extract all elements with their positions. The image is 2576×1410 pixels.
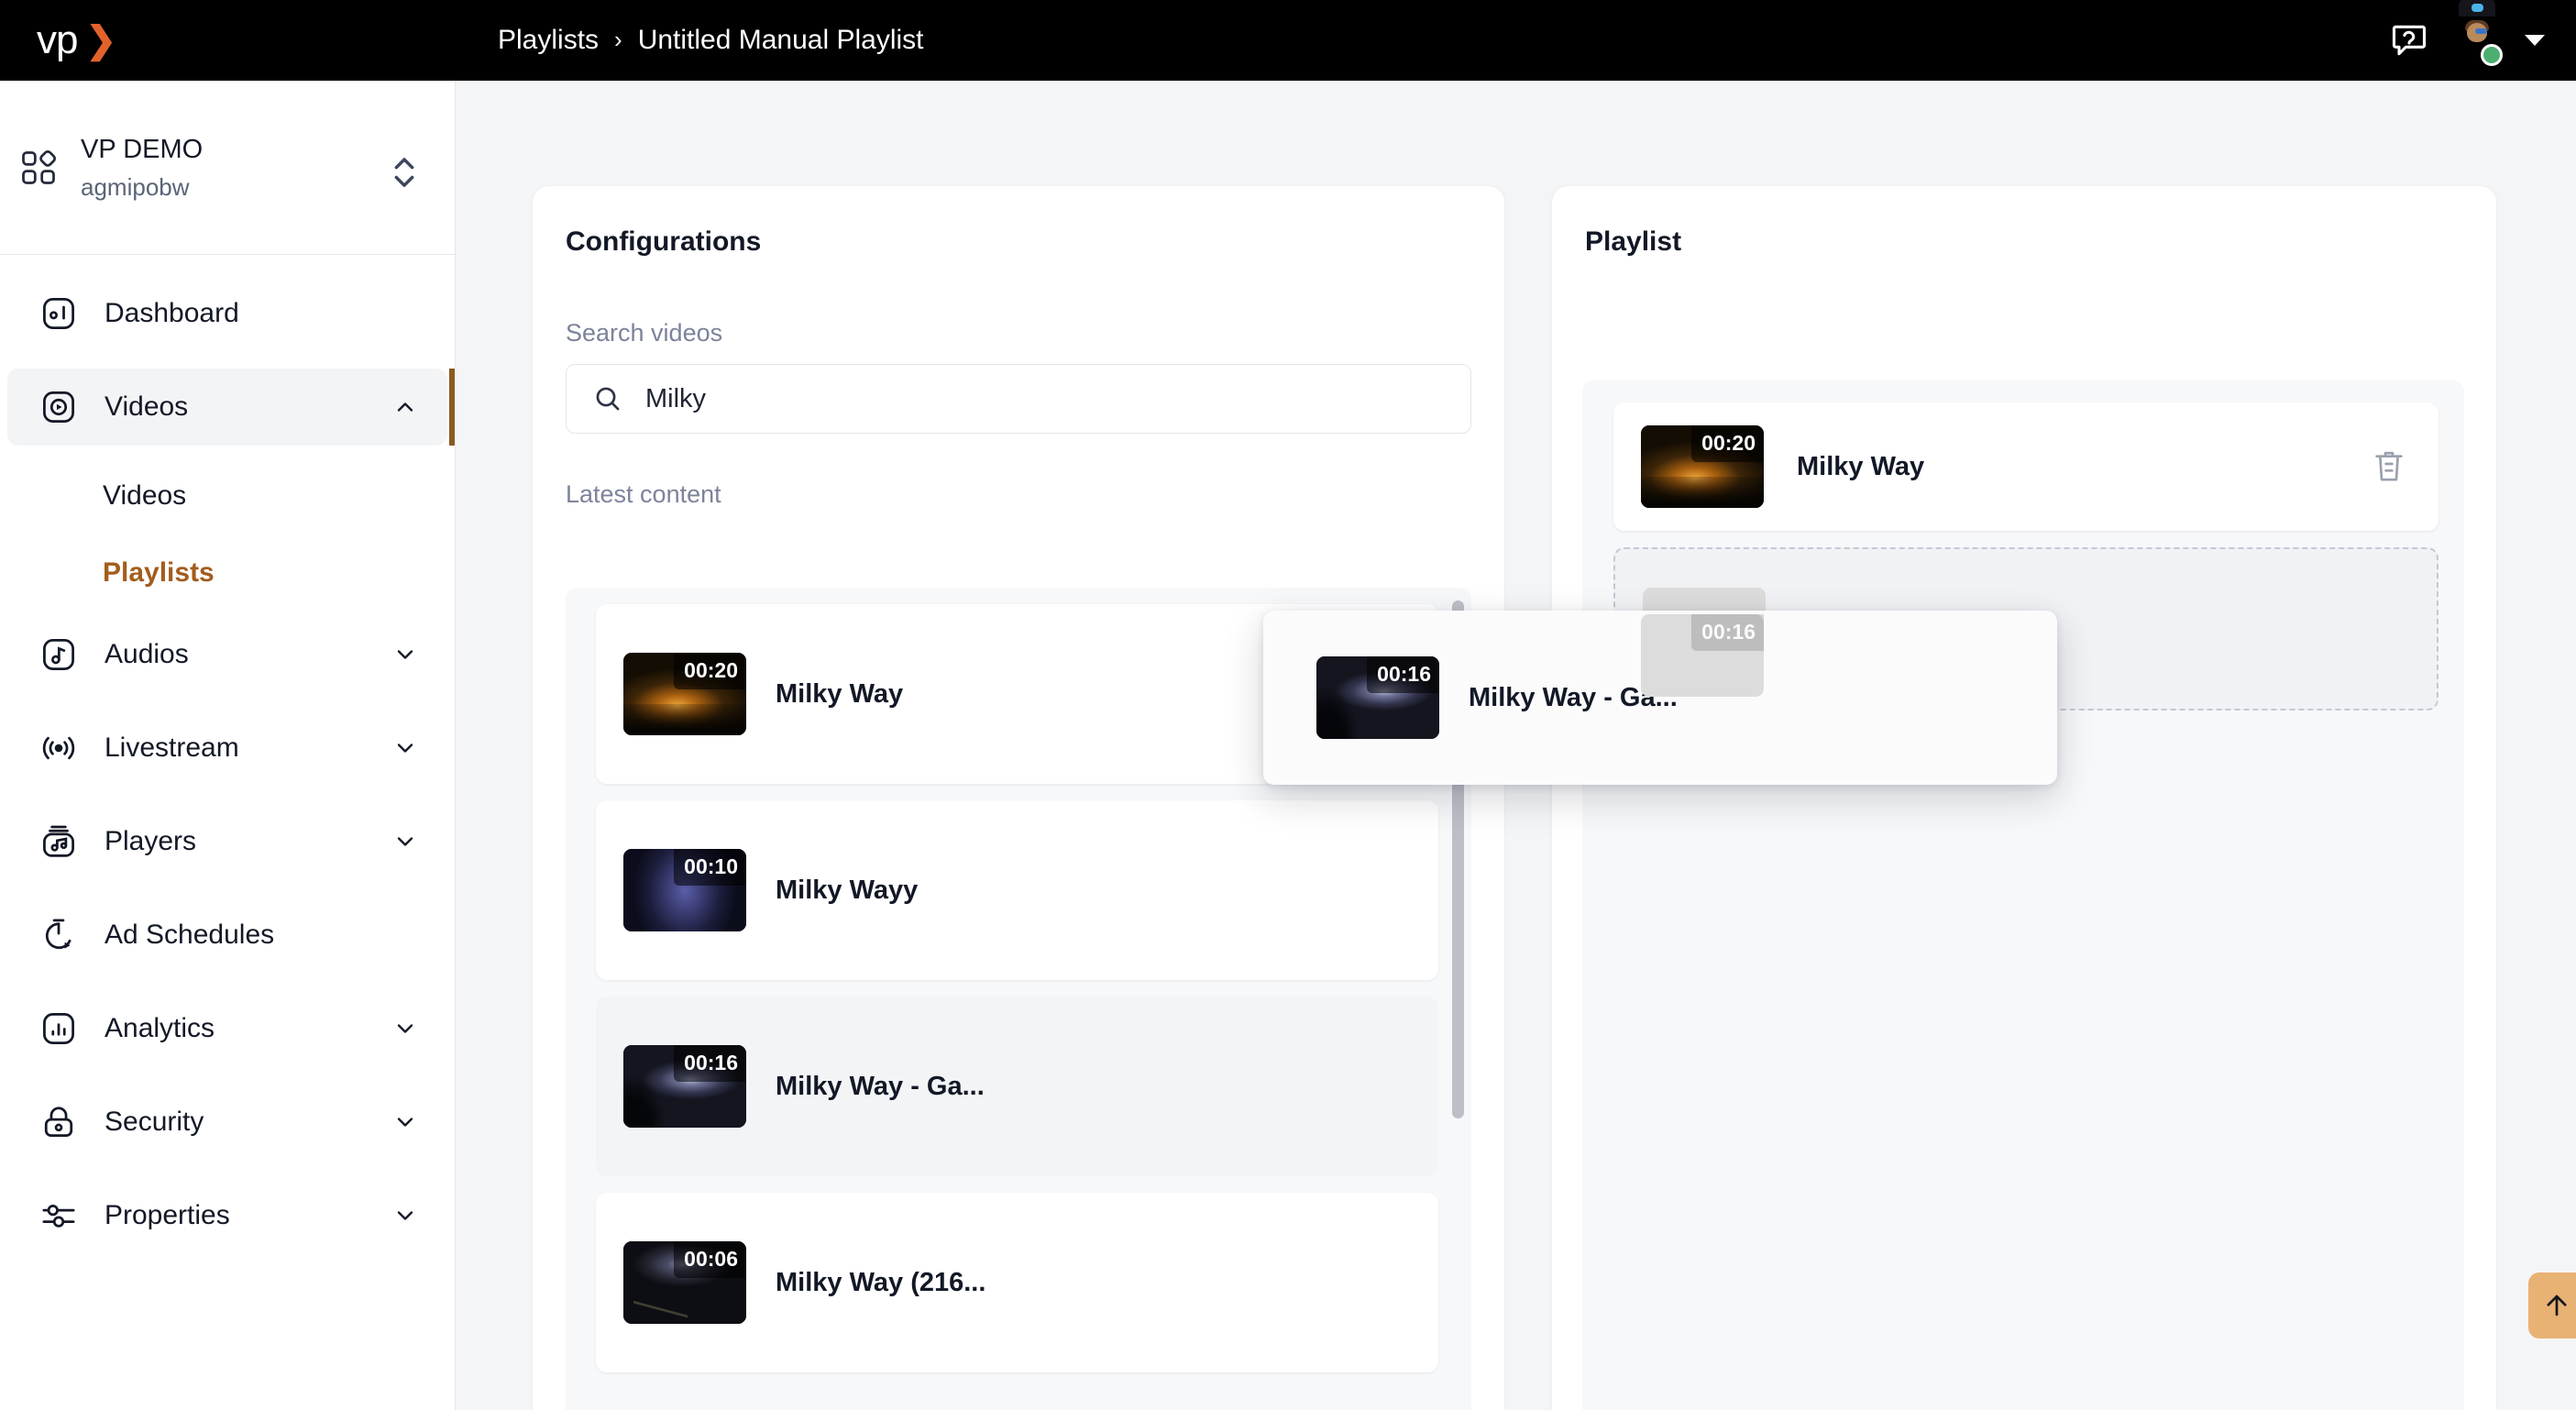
- duration-badge: 00:16: [1367, 656, 1439, 693]
- sidebar-item-playlists[interactable]: Playlists: [0, 539, 455, 607]
- list-item[interactable]: 00:10 Milky Wayy: [596, 800, 1438, 980]
- chevron-up-down-icon[interactable]: [392, 148, 416, 188]
- breadcrumb: Playlists › Untitled Manual Playlist: [498, 0, 924, 81]
- sidebar-item-livestream[interactable]: Livestream: [7, 710, 447, 787]
- sidebar-item-label: Analytics: [105, 1013, 215, 1043]
- dashboard-chart-icon: [39, 293, 79, 334]
- video-thumbnail: 00:20: [1641, 425, 1764, 508]
- playlist-drop-area[interactable]: 00:20 Milky Way Milky Way - Galaxy: [1582, 380, 2464, 1410]
- audio-note-icon: [39, 634, 79, 675]
- broadcast-signal-icon: [39, 728, 79, 768]
- sidebar-item-videos-sub[interactable]: Videos: [0, 462, 455, 530]
- search-input[interactable]: Milky: [566, 364, 1471, 434]
- sidebar-subitem-label: Playlists: [103, 557, 215, 588]
- top-bar: vp ❯ Playlists › Untitled Manual Playlis…: [0, 0, 2576, 81]
- sidebar-item-label: Players: [105, 826, 197, 856]
- grid-apps-icon: [18, 148, 59, 188]
- sidebar-item-properties[interactable]: Properties: [7, 1177, 447, 1254]
- video-thumbnail: 00:16: [1316, 656, 1439, 739]
- panel-title-configurations: Configurations: [566, 226, 762, 257]
- chevron-up-icon[interactable]: [392, 394, 418, 420]
- logo-chevron-icon: ❯: [85, 20, 116, 61]
- workspace-switcher[interactable]: VP DEMO agmipobw: [0, 81, 455, 255]
- chevron-down-icon[interactable]: [392, 642, 418, 667]
- sidebar: VP DEMO agmipobw Dashboard Videos Videos…: [0, 81, 456, 1410]
- playlist-item-title: Milky Way: [1797, 451, 1925, 481]
- playlist-panel: Playlist 00:20 Milky Way: [1552, 186, 2496, 1410]
- duration-badge: 00:16: [674, 1045, 746, 1082]
- chevron-down-icon[interactable]: [392, 829, 418, 854]
- chevron-down-icon[interactable]: [392, 1109, 418, 1135]
- workspace-name: VP DEMO: [81, 134, 204, 164]
- duration-badge: 00:06: [674, 1241, 746, 1278]
- lock-icon: [39, 1102, 79, 1142]
- sidebar-item-label: Ad Schedules: [105, 920, 275, 950]
- video-play-icon: [39, 387, 79, 427]
- sidebar-item-label: Security: [105, 1107, 204, 1137]
- sidebar-item-dashboard[interactable]: Dashboard: [7, 275, 447, 352]
- sidebar-item-security[interactable]: Security: [7, 1084, 447, 1161]
- search-input-value: Milky: [645, 383, 707, 413]
- video-thumbnail: 00:20: [623, 653, 746, 735]
- sidebar-item-label: Properties: [105, 1200, 230, 1230]
- configurations-panel: Configurations Search videos Milky Lates…: [533, 186, 1504, 1410]
- scroll-to-top-button[interactable]: [2528, 1272, 2576, 1338]
- logo-text: vp: [37, 17, 78, 62]
- breadcrumb-parent[interactable]: Playlists: [498, 25, 599, 56]
- sidebar-item-label: Videos: [105, 391, 189, 422]
- video-thumbnail: 00:06: [623, 1241, 746, 1324]
- sidebar-item-ad-schedules[interactable]: Ad Schedules: [7, 897, 447, 974]
- sidebar-item-players[interactable]: Players: [7, 803, 447, 880]
- sidebar-item-audios[interactable]: Audios: [7, 616, 447, 693]
- workspace-text: VP DEMO agmipobw: [81, 133, 370, 202]
- chevron-down-icon[interactable]: [392, 1203, 418, 1228]
- app-logo[interactable]: vp ❯: [0, 0, 165, 81]
- duration-badge: 00:20: [674, 653, 746, 689]
- breadcrumb-separator-icon: ›: [614, 25, 622, 53]
- duration-badge: 00:20: [1691, 425, 1764, 462]
- video-title: Milky Way (216...: [776, 1267, 986, 1297]
- media-player-icon: [39, 821, 79, 862]
- chevron-down-icon[interactable]: [392, 1016, 418, 1041]
- sidebar-item-label: Dashboard: [105, 298, 239, 328]
- sidebar-subitem-label: Videos: [103, 480, 187, 511]
- trash-icon[interactable]: [2371, 446, 2407, 487]
- chevron-down-icon[interactable]: [392, 735, 418, 761]
- avatar[interactable]: [2453, 0, 2503, 66]
- video-thumbnail: 00:16: [623, 1045, 746, 1128]
- list-item[interactable]: 00:06 Milky Way (216...: [596, 1193, 1438, 1372]
- arrow-up-icon: [2547, 1294, 2567, 1316]
- video-title: Milky Wayy: [776, 875, 919, 905]
- timer-play-icon: [39, 915, 79, 955]
- sidebar-item-label: Livestream: [105, 733, 239, 763]
- sidebar-item-label: Audios: [105, 639, 189, 669]
- sidebar-item-analytics[interactable]: Analytics: [7, 990, 447, 1067]
- list-item-dragging[interactable]: 00:16 Milky Way - Ga...: [596, 997, 1438, 1176]
- sliders-icon: [39, 1195, 79, 1236]
- duration-badge: 00:10: [674, 849, 746, 886]
- help-speech-bubble-icon[interactable]: [2389, 20, 2429, 61]
- sidebar-nav: Dashboard Videos Videos Playlists Audios…: [0, 255, 455, 1254]
- drag-ghost-thumbnail: 00:16: [1641, 614, 1764, 697]
- panel-title-playlist: Playlist: [1585, 226, 1682, 257]
- search-icon: [592, 383, 623, 414]
- search-videos-label: Search videos: [566, 319, 723, 347]
- sidebar-item-videos[interactable]: Videos: [7, 369, 455, 446]
- caret-down-icon[interactable]: [2525, 35, 2545, 46]
- app-root: vp ❯ Playlists › Untitled Manual Playlis…: [0, 0, 2576, 1410]
- workspace-subtitle: agmipobw: [81, 173, 190, 202]
- breadcrumb-current: Untitled Manual Playlist: [637, 25, 924, 55]
- latest-content-label: Latest content: [566, 480, 721, 508]
- playlist-item[interactable]: 00:20 Milky Way: [1613, 402, 2438, 531]
- analytics-bars-icon: [39, 1008, 79, 1049]
- video-thumbnail: 00:10: [623, 849, 746, 931]
- video-title: Milky Way: [776, 678, 904, 709]
- video-title: Milky Way - Ga...: [776, 1071, 985, 1101]
- status-badge-online: [2481, 44, 2503, 66]
- duration-badge: 00:16: [1691, 614, 1764, 651]
- topbar-actions: [2389, 0, 2545, 81]
